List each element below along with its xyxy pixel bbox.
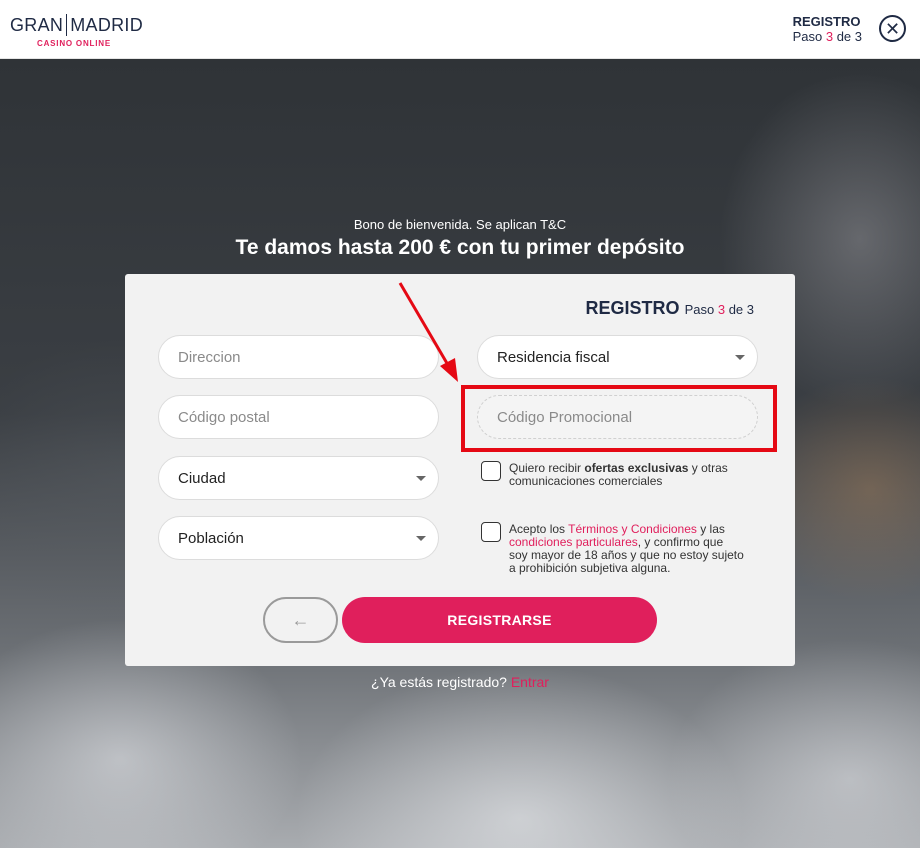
close-icon[interactable]: ✕ xyxy=(879,15,906,42)
chevron-down-icon xyxy=(735,355,745,360)
arrow-left-icon: ← xyxy=(291,609,310,630)
promo-code-highlight-box xyxy=(461,385,777,452)
town-select[interactable]: Población xyxy=(158,516,439,560)
offers-text-bold: ofertas exclusivas xyxy=(584,461,689,475)
card-step-current: 3 xyxy=(717,302,726,317)
register-submit-button[interactable]: REGISTRARSE xyxy=(342,597,657,643)
card-step-word: Paso xyxy=(684,302,715,317)
city-select[interactable]: Ciudad xyxy=(158,456,439,500)
login-prompt: ¿Ya estás registrado? Entrar xyxy=(0,674,920,690)
back-button[interactable]: ← xyxy=(263,597,338,643)
city-select-value: Ciudad xyxy=(178,469,226,487)
header-registration-title: REGISTRO xyxy=(792,14,861,29)
header-step-word: Paso xyxy=(792,29,823,44)
card-step-total: de 3 xyxy=(728,302,754,317)
chevron-down-icon xyxy=(416,536,426,541)
logo-word-gran: GRAN xyxy=(10,15,64,35)
bonus-subtitle: Bono de bienvenida. Se aplican T&C xyxy=(353,217,567,232)
postal-code-field[interactable]: Código postal xyxy=(158,395,439,439)
tax-residence-value: Residencia fiscal xyxy=(497,348,610,366)
terms-checkbox[interactable] xyxy=(481,522,501,542)
card-step-indicator: REGISTRO Paso 3 de 3 xyxy=(586,298,754,319)
particular-conditions-link[interactable]: condiciones particulares xyxy=(509,535,638,549)
address-placeholder: Direccion xyxy=(178,348,241,366)
logo-divider xyxy=(66,14,68,36)
header-step-total: de 3 xyxy=(836,29,862,44)
offers-text-prefix: Quiero recibir xyxy=(509,461,585,475)
offers-checkbox[interactable] xyxy=(481,461,501,481)
tax-residence-select[interactable]: Residencia fiscal xyxy=(477,335,758,379)
logo-tagline: CASINO ONLINE xyxy=(37,39,111,48)
terms-text-mid: y las xyxy=(696,522,725,536)
bonus-headline: Te damos hasta 200 € con tu primer depós… xyxy=(235,236,685,259)
card-step-text: Paso 3 de 3 xyxy=(685,302,754,317)
offers-consent-text: Quiero recibir ofertas exclusivas y otra… xyxy=(509,462,739,488)
header-step-indicator: REGISTRO Paso 3 de 3 xyxy=(793,15,862,45)
town-select-value: Población xyxy=(178,529,244,547)
login-link[interactable]: Entrar xyxy=(511,674,549,690)
header-step-text: Paso 3 de 3 xyxy=(793,29,862,45)
header-step-current: 3 xyxy=(825,29,834,44)
terms-conditions-link[interactable]: Términos y Condiciones xyxy=(568,522,697,536)
register-submit-label: REGISTRARSE xyxy=(447,612,552,628)
terms-text-prefix: Acepto los xyxy=(509,522,569,536)
terms-consent-text: Acepto los Términos y Condiciones y las … xyxy=(509,523,744,575)
chevron-down-icon xyxy=(416,476,426,481)
card-registration-title: REGISTRO xyxy=(585,298,680,318)
address-field[interactable]: Direccion xyxy=(158,335,439,379)
postal-code-placeholder: Código postal xyxy=(178,408,270,426)
top-header: GRAN MADRID CASINO ONLINE REGISTRO Paso … xyxy=(0,0,920,59)
login-prompt-text: ¿Ya estás registrado? xyxy=(371,674,511,690)
gran-madrid-logo[interactable]: GRAN MADRID CASINO ONLINE xyxy=(10,14,143,48)
logo-word-madrid: MADRID xyxy=(70,15,144,35)
logo-wordmark: GRAN MADRID xyxy=(10,14,143,36)
